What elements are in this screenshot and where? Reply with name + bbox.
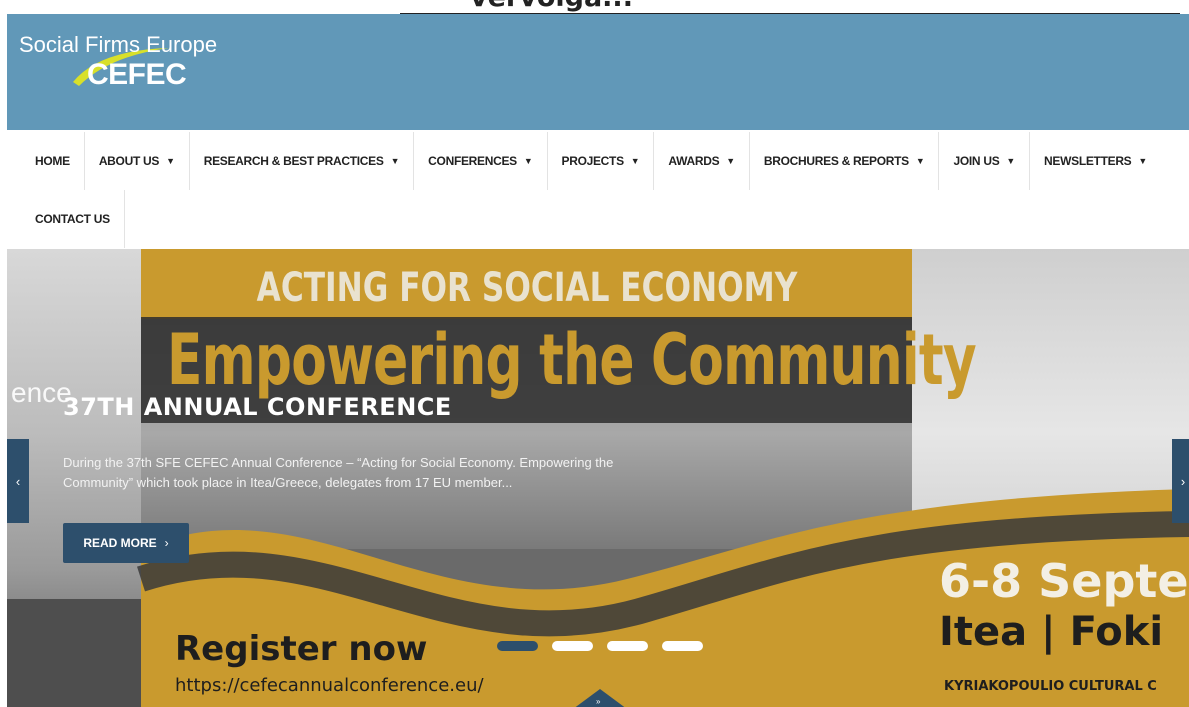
caret-down-icon: ▼ (1006, 156, 1016, 166)
top-divider (400, 13, 1180, 14)
chevron-right-icon: › (164, 536, 169, 550)
register-heading: Register now (175, 629, 428, 669)
caret-down-icon: ▼ (726, 156, 735, 166)
event-venue: Itea | Foki (939, 609, 1164, 655)
slide-description: During the 37th SFE CEFEC Annual Confere… (63, 455, 614, 490)
caret-down-icon: ▼ (915, 156, 925, 166)
top-caption: vervolga... (0, 0, 1189, 14)
caret-down-icon: ▼ (630, 156, 640, 166)
slider-pagination (497, 641, 703, 651)
chevron-right-icon: › (1180, 473, 1186, 489)
register-url: https://cefecannualconference.eu/ (175, 675, 484, 696)
slider-dot-4[interactable] (662, 641, 703, 651)
caret-down-icon: ▼ (390, 156, 400, 166)
nav-about-us[interactable]: ABOUT US ▼ (85, 132, 190, 190)
event-venue-detail: KYRIAKOPOULIO CULTURAL C (944, 679, 1157, 694)
top-caption-text: vervolga... (470, 0, 633, 13)
hero-slider: ACTING FOR SOCIAL ECONOMY Empowering the… (7, 249, 1189, 707)
main-nav-row2: CONTACT US (7, 190, 1189, 248)
logo-text: Social Firms Europe (19, 32, 218, 57)
chevron-down-icon: » (596, 697, 601, 706)
nav-awards[interactable]: AWARDS ▼ (654, 132, 750, 190)
chevron-left-icon: ‹ (15, 473, 21, 489)
caret-down-icon: ▼ (1138, 156, 1147, 166)
logo-cefec: CEFEC (87, 58, 187, 91)
nav-contact-us[interactable]: CONTACT US (7, 190, 125, 248)
caret-down-icon: ▼ (523, 156, 533, 166)
slide-title: 37TH ANNUAL CONFERENCE (63, 393, 452, 421)
slider-next-button[interactable]: › (1172, 439, 1189, 523)
nav-join-us[interactable]: JOIN US ▼ (939, 132, 1031, 190)
site-header: Social Firms Europe CEFEC (7, 14, 1189, 130)
nav-home[interactable]: HOME (7, 132, 85, 190)
slider-prev-button[interactable]: ‹ (7, 439, 29, 523)
nav-newsletters[interactable]: NEWSLETTERS ▼ (1030, 132, 1161, 190)
slider-dot-3[interactable] (607, 641, 648, 651)
main-nav: HOME ABOUT US ▼ RESEARCH & BEST PRACTICES… (7, 132, 1189, 190)
slider-dot-2[interactable] (552, 641, 593, 651)
slider-dot-1[interactable] (497, 641, 538, 651)
nav-brochures-reports[interactable]: BROCHURES & REPORTS ▼ (750, 132, 940, 190)
banner-headline: ACTING FOR SOCIAL ECONOMY (256, 265, 798, 311)
banner-subheadline: Empowering the Community (167, 319, 977, 401)
nav-conferences[interactable]: CONFERENCES ▼ (414, 132, 548, 190)
nav-research-best-practices[interactable]: RESEARCH & BEST PRACTICES ▼ (190, 132, 415, 190)
event-dates: 6-8 Septe (939, 554, 1189, 608)
read-more-button[interactable]: READ MORE › (63, 523, 189, 563)
nav-projects[interactable]: PROJECTS ▼ (548, 132, 655, 190)
caret-down-icon: ▼ (166, 156, 175, 166)
